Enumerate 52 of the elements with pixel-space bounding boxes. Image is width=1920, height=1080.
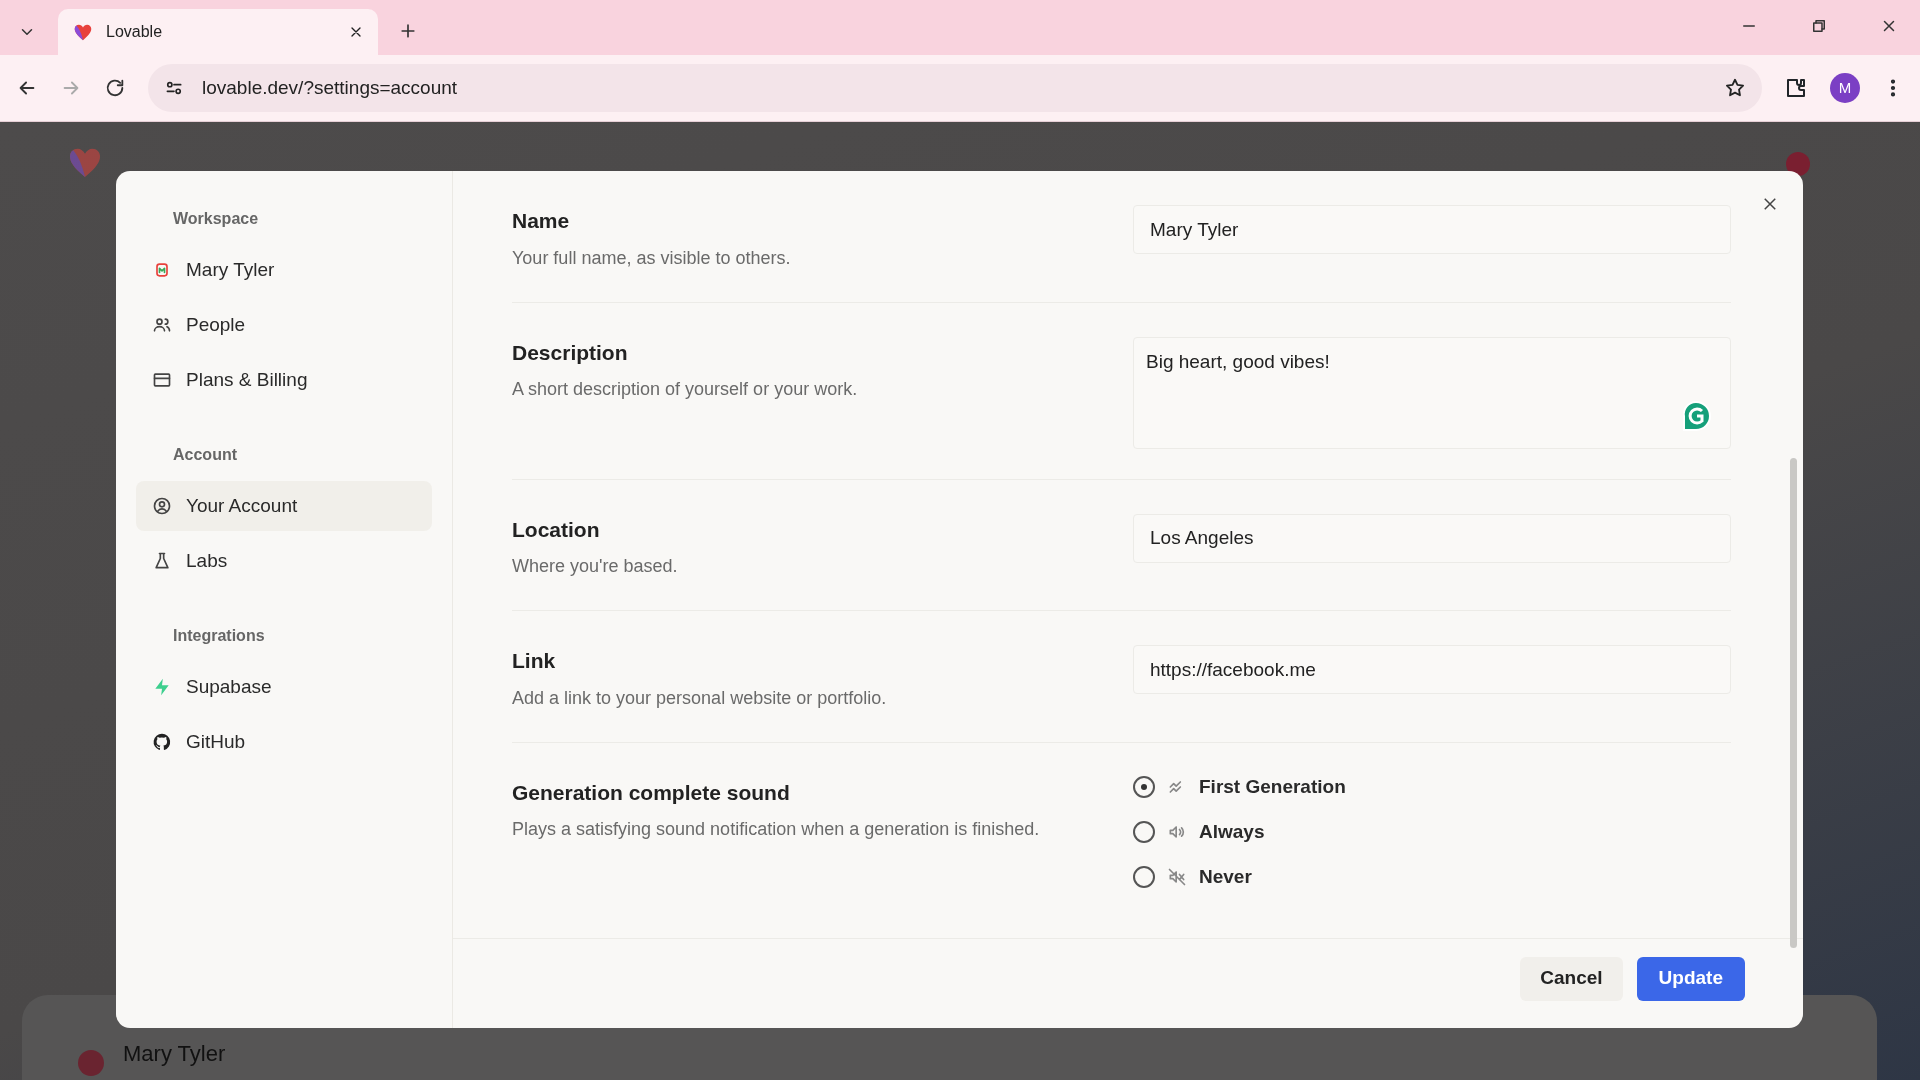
description-field[interactable]: Big heart, good vibes! — [1133, 336, 1731, 449]
flask-icon — [152, 551, 172, 571]
section-heading: Workspace — [172, 209, 260, 229]
radio-option[interactable]: First Generation — [1133, 764, 1346, 810]
sidebar-item[interactable]: Supabase — [136, 662, 432, 712]
sidebar-item[interactable]: Plans & Billing — [136, 355, 432, 405]
card-title: Mary Tyler — [123, 1040, 226, 1068]
people-icon — [152, 315, 172, 335]
radio-option[interactable]: Always — [1133, 809, 1265, 855]
text-field[interactable]: Mary Tyler — [1133, 205, 1731, 254]
avatar-icon — [1786, 152, 1810, 176]
address-bar[interactable]: lovable.dev/?settings=account — [148, 64, 1762, 112]
radio-option[interactable]: Never — [1133, 854, 1252, 900]
card-icon — [152, 370, 172, 390]
sidebar-item[interactable]: Labs — [136, 536, 432, 586]
field-help: Plays a satisfying sound notification when a generation is finished. — [512, 818, 1041, 841]
bolt-icon — [152, 677, 172, 697]
field-help: A short description of yourself or your work. — [512, 378, 859, 401]
restore-icon[interactable] — [1810, 17, 1828, 35]
section-heading: Integrations — [172, 626, 266, 646]
cancel-button[interactable]: Cancel — [1520, 956, 1623, 1001]
tab-title: Lovable — [106, 22, 164, 42]
field-label: Location — [512, 516, 601, 543]
mute-icon — [1167, 867, 1187, 887]
radio-button[interactable] — [1133, 866, 1155, 888]
field-help: Your full name, as visible to others. — [512, 246, 792, 270]
sidebar-item[interactable]: People — [136, 300, 432, 350]
field-help: Where you're based. — [512, 555, 679, 578]
profile-avatar[interactable]: M — [1830, 73, 1860, 103]
section-heading: Account — [172, 445, 238, 465]
url-text: lovable.dev/?settings=account — [202, 75, 459, 100]
field-label: Description — [512, 339, 629, 366]
update-button[interactable]: Update — [1636, 956, 1745, 1001]
extensions-icon[interactable] — [1784, 76, 1808, 100]
sidebar-item[interactable]: GitHub — [136, 717, 432, 767]
field-help: Add a link to your personal website or portfolio. — [512, 686, 888, 710]
field-label: Generation complete sound — [512, 779, 791, 806]
sidebar-item[interactable]: Your Account — [136, 481, 432, 531]
github-icon — [152, 732, 172, 752]
sidebar-item[interactable]: Mary Tyler — [136, 245, 432, 295]
text-field[interactable]: https://facebook.me — [1133, 645, 1731, 694]
radio-button[interactable] — [1133, 821, 1155, 843]
radio-button[interactable] — [1133, 776, 1155, 798]
text-field[interactable]: Los Angeles — [1133, 513, 1731, 563]
close-icon — [1761, 195, 1779, 213]
field-label: Link — [512, 648, 557, 674]
star-icon[interactable] — [1724, 77, 1746, 99]
reload-icon[interactable] — [104, 77, 126, 99]
scrollbar[interactable] — [1790, 458, 1797, 948]
user-icon — [152, 496, 172, 516]
browser-tab[interactable]: Lovable — [58, 9, 378, 55]
field-label: Name — [512, 208, 571, 234]
